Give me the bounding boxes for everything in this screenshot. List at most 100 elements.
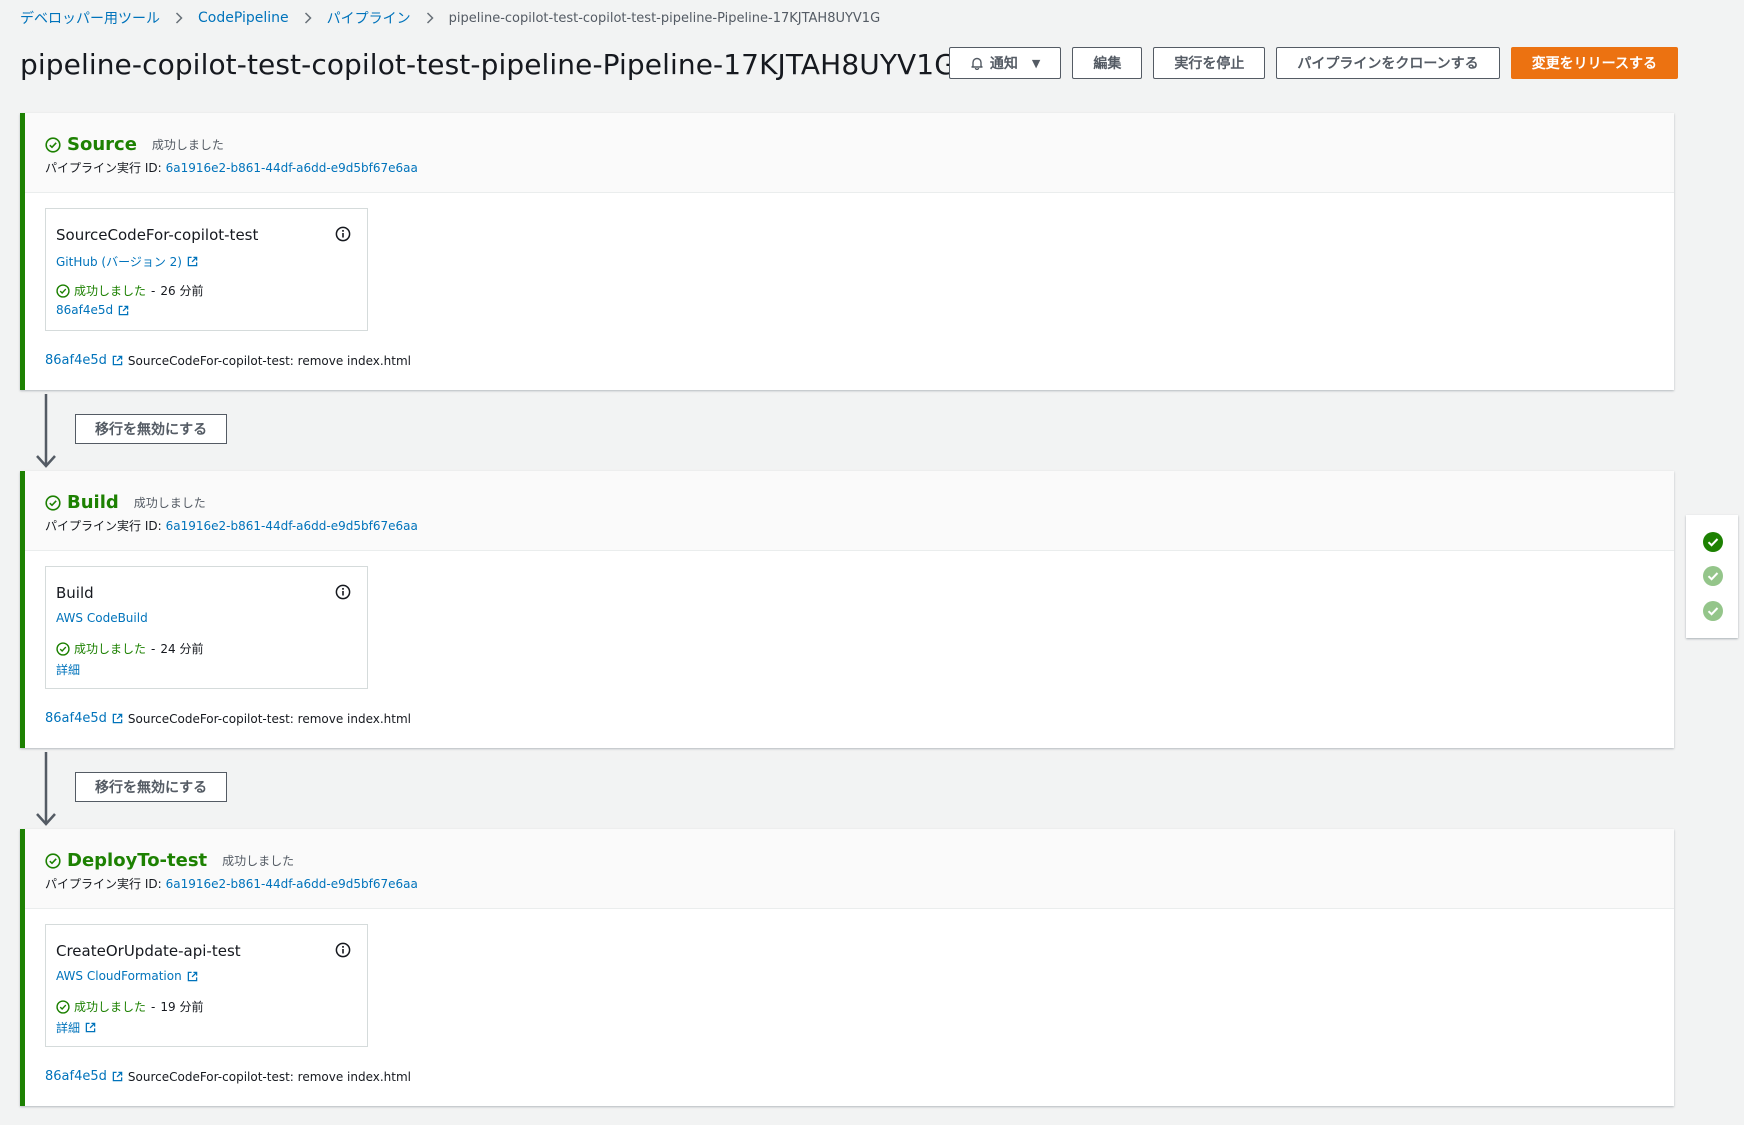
commit-message: SourceCodeFor-copilot-test: remove index… (127, 1069, 412, 1084)
stage-body: CreateOrUpdate-api-test AWS CloudFormati… (25, 909, 1674, 1106)
external-link-icon (118, 305, 129, 315)
commit-row: 86af4e5d SourceCodeFor-copilot-test: rem… (45, 711, 411, 726)
stage-name: Source (67, 134, 137, 155)
action-status: 成功しました - 19 分前 (56, 998, 203, 1015)
stop-execution-button[interactable]: 実行を停止 (1153, 47, 1266, 79)
execution-id-label: パイプライン実行 ID: (45, 519, 162, 533)
action-card: CreateOrUpdate-api-test AWS CloudFormati… (45, 924, 368, 1047)
execution-id-link[interactable]: 6a1916e2-b861-44df-a6dd-e9d5bf67e6aa (166, 519, 418, 533)
action-status-text: 成功しました (74, 1000, 147, 1014)
page-title: pipeline-copilot-test-copilot-test-pipel… (20, 48, 957, 81)
stage-header: DeployTo-test 成功しました パイプライン実行 ID: 6a1916e… (25, 829, 1674, 909)
provider-label: AWS CodeBuild (56, 611, 148, 625)
details-label: 詳細 (56, 663, 81, 677)
commit-message: SourceCodeFor-copilot-test: remove index… (127, 711, 412, 726)
commit-row: 86af4e5d SourceCodeFor-copilot-test: rem… (45, 1069, 411, 1084)
action-name: SourceCodeFor-copilot-test (56, 226, 259, 244)
stage-build: Build 成功しました パイプライン実行 ID: 6a1916e2-b861-4… (20, 471, 1674, 748)
revision-label: 86af4e5d (56, 303, 114, 317)
disable-transition-button[interactable]: 移行を無効にする (75, 414, 228, 444)
commit-link[interactable]: 86af4e5d (45, 353, 123, 368)
action-time: 24 分前 (160, 642, 204, 656)
commit-id: 86af4e5d (45, 711, 107, 726)
info-icon[interactable] (335, 584, 351, 600)
info-icon[interactable] (335, 942, 351, 958)
action-card: SourceCodeFor-copilot-test GitHub (バージョン… (45, 208, 368, 331)
provider-label: AWS CloudFormation (56, 969, 182, 983)
transition: 移行を無効にする (20, 750, 320, 830)
notify-button[interactable]: 通知 ▼ (948, 47, 1062, 79)
success-check-icon (56, 999, 70, 1014)
stage-body: Build AWS CodeBuild 成功しました - 24 分前 詳細 86… (25, 551, 1674, 748)
action-name: CreateOrUpdate-api-test (56, 942, 241, 960)
breadcrumb-pipelines[interactable]: パイプライン (327, 8, 411, 28)
breadcrumb-codepipeline[interactable]: CodePipeline (198, 10, 289, 26)
stage-deploy: DeployTo-test 成功しました パイプライン実行 ID: 6a1916e… (20, 829, 1674, 1106)
success-check-icon (56, 641, 70, 656)
details-label: 詳細 (56, 1021, 81, 1035)
success-check-icon (45, 852, 61, 869)
check-circle-icon[interactable] (1703, 601, 1723, 621)
action-status: 成功しました - 24 分前 (56, 640, 203, 657)
arrow-down-icon (36, 394, 56, 468)
action-card: Build AWS CodeBuild 成功しました - 24 分前 詳細 (45, 566, 368, 689)
execution-id-link[interactable]: 6a1916e2-b861-44df-a6dd-e9d5bf67e6aa (166, 161, 418, 175)
chevron-right-icon (426, 12, 434, 24)
clone-pipeline-button[interactable]: パイプラインをクローンする (1276, 47, 1500, 79)
success-check-icon (45, 136, 61, 153)
execution-id-row: パイプライン実行 ID: 6a1916e2-b861-44df-a6dd-e9d5… (45, 875, 418, 892)
edit-button[interactable]: 編集 (1072, 47, 1143, 79)
stage-status: 成功しました (222, 854, 295, 868)
breadcrumb-developer-tools[interactable]: デベロッパー用ツール (20, 8, 160, 28)
stage-source: Source 成功しました パイプライン実行 ID: 6a1916e2-b861-… (20, 113, 1674, 390)
stage-header: Build 成功しました パイプライン実行 ID: 6a1916e2-b861-4… (25, 471, 1674, 551)
action-status-text: 成功しました (74, 284, 147, 298)
chevron-right-icon (304, 12, 312, 24)
action-status: 成功しました - 26 分前 (56, 282, 203, 299)
stage-header: Source 成功しました パイプライン実行 ID: 6a1916e2-b861-… (25, 113, 1674, 193)
action-provider-link[interactable]: GitHub (バージョン 2) (56, 253, 198, 270)
action-provider-link[interactable]: AWS CloudFormation (56, 969, 198, 983)
transition: 移行を無効にする (20, 392, 320, 472)
check-circle-icon[interactable] (1703, 532, 1723, 552)
commit-row: 86af4e5d SourceCodeFor-copilot-test: rem… (45, 353, 411, 368)
stage-status: 成功しました (151, 138, 224, 152)
action-time: 19 分前 (160, 1000, 204, 1014)
check-circle-icon[interactable] (1703, 566, 1723, 586)
external-link-icon (112, 355, 123, 366)
action-status-text: 成功しました (74, 642, 147, 656)
execution-id-label: パイプライン実行 ID: (45, 877, 162, 891)
external-link-icon (187, 971, 197, 981)
provider-label: GitHub (バージョン 2) (56, 255, 182, 269)
commit-message: SourceCodeFor-copilot-test: remove index… (127, 353, 412, 368)
action-time: 26 分前 (160, 284, 204, 298)
action-provider-link[interactable]: AWS CodeBuild (56, 611, 148, 625)
execution-id-row: パイプライン実行 ID: 6a1916e2-b861-44df-a6dd-e9d5… (45, 517, 418, 534)
info-icon[interactable] (335, 226, 351, 242)
commit-id: 86af4e5d (45, 1069, 107, 1084)
stage-body: SourceCodeFor-copilot-test GitHub (バージョン… (25, 193, 1674, 390)
breadcrumb: デベロッパー用ツール CodePipeline パイプライン pipeline-… (20, 8, 880, 28)
stage-status: 成功しました (133, 496, 206, 510)
execution-id-link[interactable]: 6a1916e2-b861-44df-a6dd-e9d5bf67e6aa (166, 877, 418, 891)
disable-transition-button[interactable]: 移行を無効にする (75, 772, 228, 802)
action-revision-link[interactable]: 86af4e5d (56, 303, 129, 317)
external-link-icon (112, 1071, 123, 1082)
success-check-icon (56, 283, 70, 298)
notify-label: 通知 (989, 56, 1018, 72)
commit-link[interactable]: 86af4e5d (45, 711, 123, 726)
bell-icon (971, 57, 983, 70)
action-details-link[interactable]: 詳細 (56, 661, 80, 678)
success-check-icon (45, 494, 61, 511)
header-actions: 通知 ▼ 編集 実行を停止 パイプラインをクローンする 変更をリリースする (948, 47, 1678, 79)
commit-link[interactable]: 86af4e5d (45, 1069, 123, 1084)
execution-id-row: パイプライン実行 ID: 6a1916e2-b861-44df-a6dd-e9d5… (45, 159, 418, 176)
external-link-icon (112, 713, 123, 724)
release-change-button[interactable]: 変更をリリースする (1510, 47, 1678, 79)
commit-id: 86af4e5d (45, 353, 107, 368)
execution-id-label: パイプライン実行 ID: (45, 161, 162, 175)
external-link-icon (187, 256, 198, 267)
action-details-link[interactable]: 詳細 (56, 1019, 96, 1036)
external-link-icon (85, 1022, 96, 1033)
stage-minimap (1686, 515, 1738, 638)
